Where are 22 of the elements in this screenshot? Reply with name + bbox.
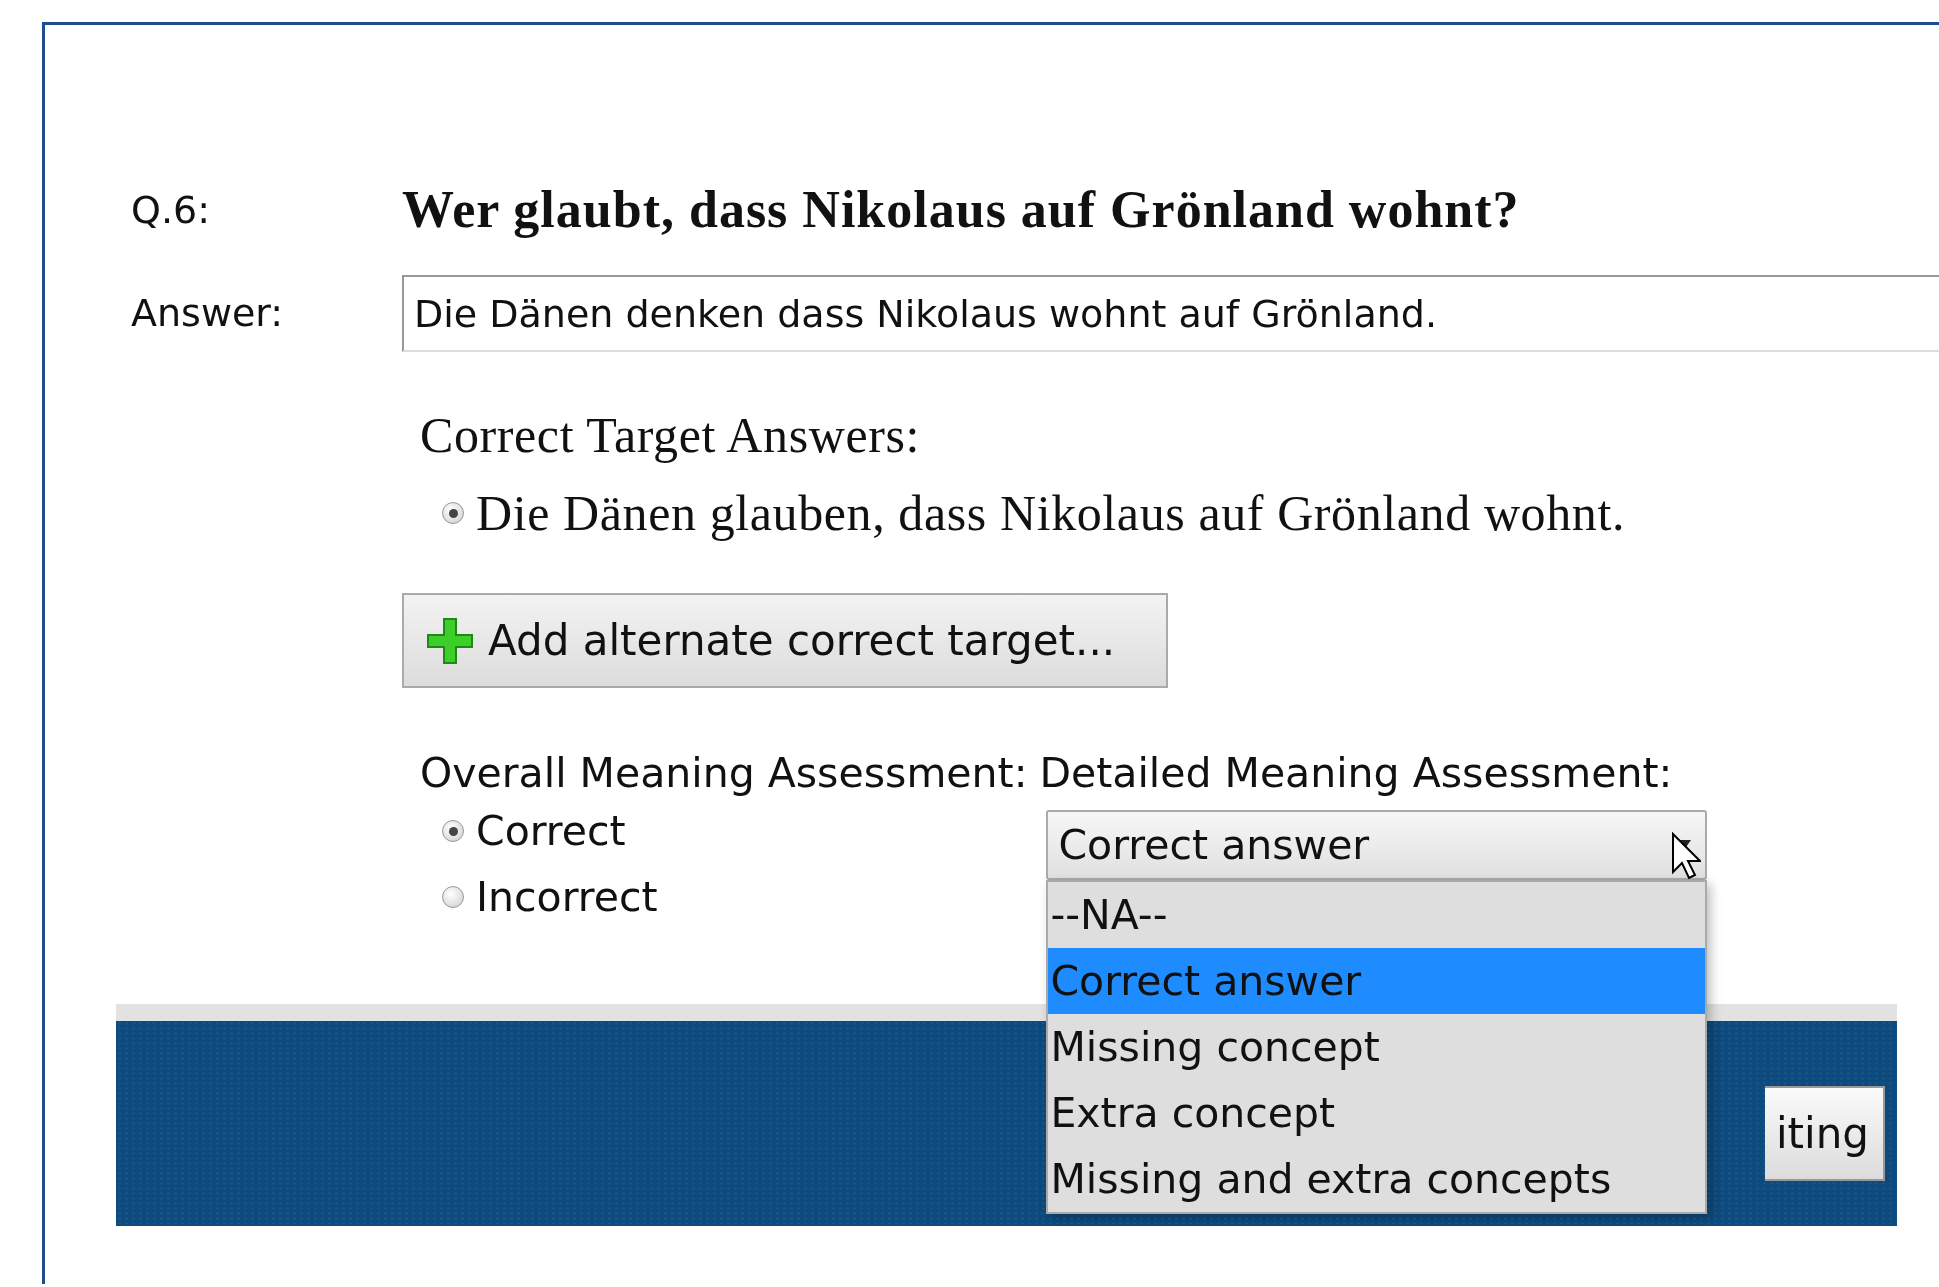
question-number: Q.6: (131, 187, 211, 234)
radio-button[interactable] (442, 820, 464, 842)
overall-label: Overall Meaning Assessment: (420, 748, 1028, 798)
radio-label: Correct (476, 807, 626, 855)
dropdown-option[interactable]: --NA-- (1048, 882, 1706, 948)
targets-heading: Correct Target Answers: (420, 407, 921, 463)
dropdown-option[interactable]: Correct answer (1048, 948, 1706, 1014)
detailed-label: Detailed Meaning Assessment: (1039, 748, 1674, 798)
plus-icon (426, 616, 474, 665)
add-target-button[interactable]: Add alternate correct target... (402, 593, 1168, 688)
answer-label: Answer: (131, 290, 285, 337)
answer-field[interactable]: Die Dänen denken dass Nikolaus wohnt auf Grönland. (402, 275, 1939, 352)
target-answer: Die Dänen glauben, dass Nikolaus auf Grönland wohnt. (476, 485, 1625, 541)
cursor-icon (1671, 832, 1702, 880)
meaning-select[interactable]: Correct answer (1046, 810, 1708, 880)
radio-button[interactable] (442, 886, 464, 908)
dropdown-option[interactable]: Missing concept (1048, 1014, 1706, 1080)
dropdown-option[interactable]: Extra concept (1048, 1080, 1706, 1146)
dropdown-option[interactable]: Missing and extra concepts (1048, 1146, 1706, 1212)
radio-label: Incorrect (476, 873, 658, 921)
footer-button[interactable]: iting (1765, 1086, 1885, 1181)
radio-button[interactable] (442, 502, 464, 524)
